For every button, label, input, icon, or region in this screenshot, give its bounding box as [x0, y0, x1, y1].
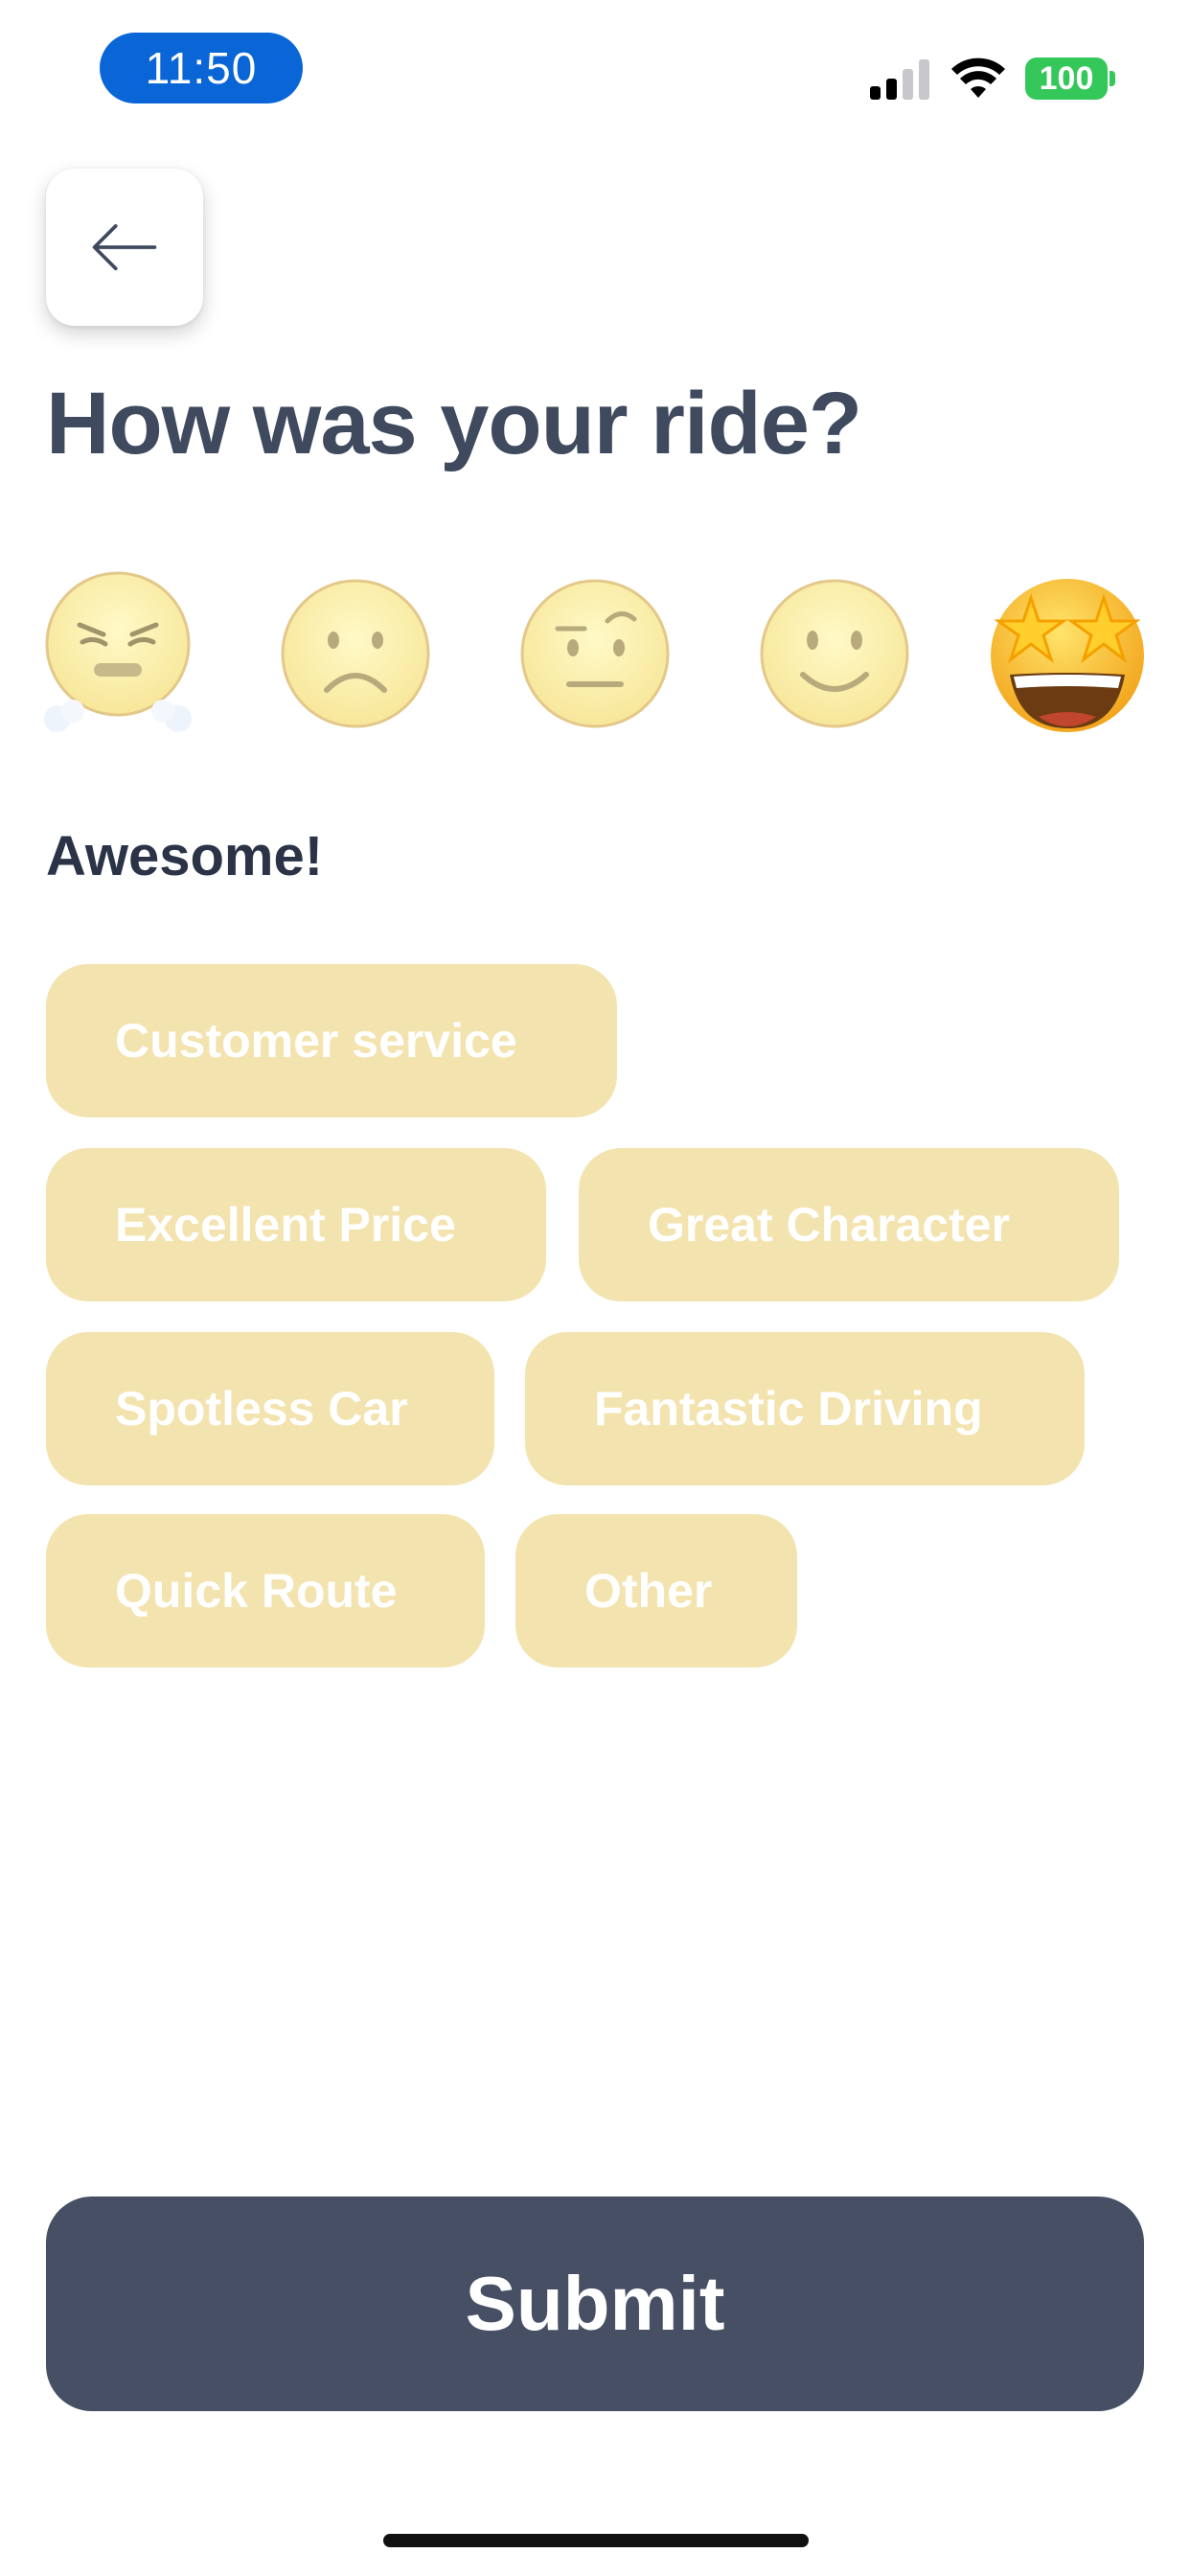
tag-quick-route[interactable]: Quick Route	[46, 1514, 485, 1668]
raised-eyebrow-face-icon	[520, 579, 670, 728]
selected-rating-label: Awesome!	[46, 825, 324, 887]
battery-cap	[1110, 71, 1115, 86]
tag-excellent-price[interactable]: Excellent Price	[46, 1148, 546, 1301]
tag-customer-service[interactable]: Customer service	[46, 964, 617, 1117]
page-title: How was your ride?	[46, 375, 862, 472]
tag-fantastic-driving[interactable]: Fantastic Driving	[525, 1332, 1085, 1485]
angry-face-icon	[44, 571, 192, 732]
star-eyes-face-icon	[991, 579, 1144, 732]
tag-spotless-car[interactable]: Spotless Car	[46, 1332, 494, 1485]
battery-indicator: 100	[1025, 58, 1108, 100]
smiling-face-icon	[760, 579, 909, 728]
arrow-left-icon	[92, 223, 157, 271]
back-button[interactable]	[46, 169, 203, 326]
sad-face-icon	[281, 579, 430, 728]
rating-awesome-button[interactable]	[981, 567, 1154, 740]
home-indicator[interactable]	[383, 2534, 809, 2547]
signal-icon	[870, 59, 931, 100]
status-time: 11:50	[100, 33, 303, 104]
tag-great-character[interactable]: Great Character	[579, 1148, 1119, 1301]
rating-sad-button[interactable]	[274, 567, 437, 740]
rating-neutral-button[interactable]	[514, 567, 676, 740]
rating-good-button[interactable]	[753, 567, 916, 740]
wifi-icon	[950, 56, 1006, 100]
rating-angry-button[interactable]	[36, 567, 199, 740]
submit-button[interactable]: Submit	[46, 2196, 1144, 2411]
tag-other[interactable]: Other	[515, 1514, 797, 1668]
